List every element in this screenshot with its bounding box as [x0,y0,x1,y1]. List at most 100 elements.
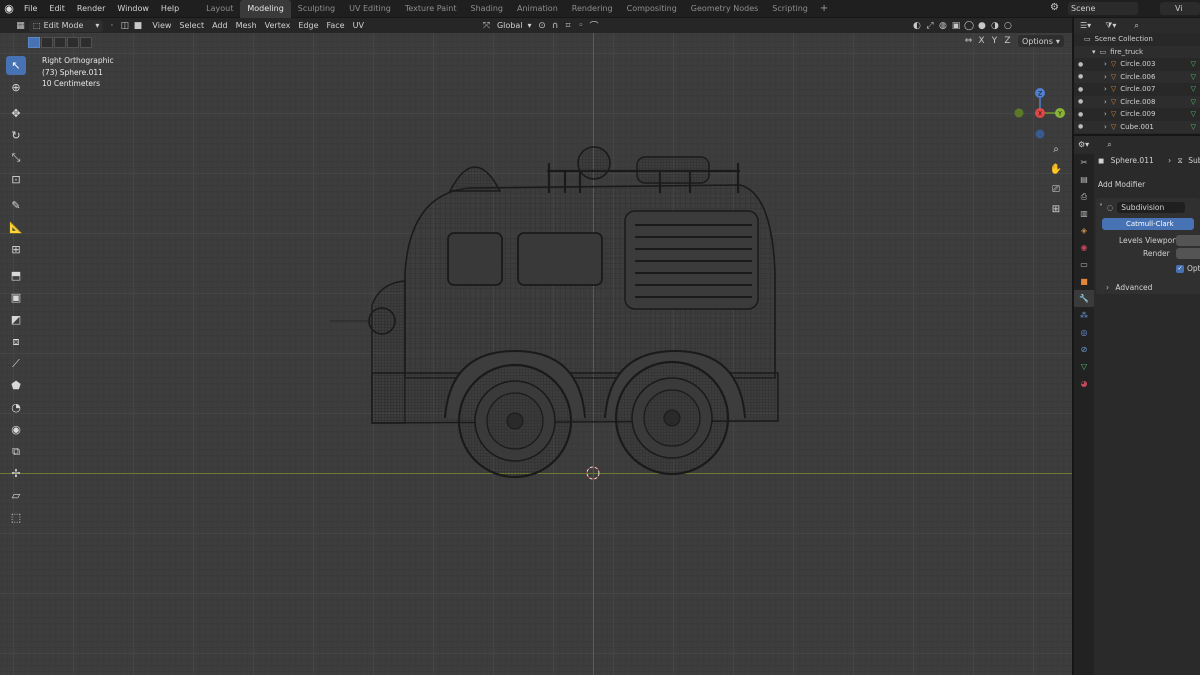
tab-texture-paint[interactable]: Texture Paint [398,0,464,18]
snap-target-icon[interactable]: ⌗ [561,20,574,32]
tab-scripting[interactable]: Scripting [765,0,815,18]
scene-collection-row[interactable]: ▭ Scene Collection [1074,33,1200,46]
ortho-grid-icon[interactable]: ⊞ [1048,201,1064,217]
tab-shading[interactable]: Shading [463,0,510,18]
proportional-edit-icon[interactable]: ◦ [574,20,587,32]
select-box-tool-icon[interactable]: ↖ [6,56,26,75]
menu-view[interactable]: View [148,20,175,32]
menu-face[interactable]: Face [323,20,349,32]
list-item[interactable]: ● › ▽ Circle.006 ▽ [1074,70,1200,83]
add-cube-tool-icon[interactable]: ⊞ [6,240,26,259]
shading-rendered-icon[interactable]: ○ [1001,20,1014,32]
navigation-gizmo[interactable]: Z Y X [1010,85,1070,145]
tab-physics-icon[interactable]: ◎ [1074,324,1094,341]
gizmo-neg-z-icon[interactable] [1035,129,1045,139]
shear-tool-icon[interactable]: ▱ [6,486,26,505]
3d-cursor[interactable] [586,466,600,480]
visibility-dot-icon[interactable]: ● [1078,111,1083,118]
advanced-subpanel[interactable]: › Advanced [1106,283,1152,292]
tab-sculpting[interactable]: Sculpting [291,0,342,18]
overlay-toggle-icon[interactable]: ◍ [936,20,949,32]
select-mode-face-icon[interactable]: ■ [131,20,144,32]
algorithm-catmull-clark[interactable]: Catmull-Clark [1102,218,1194,230]
gizmo-toggle-icon[interactable]: ⤢ [923,20,936,32]
tab-geometry-nodes[interactable]: Geometry Nodes [684,0,765,18]
xray-icon[interactable]: ▣ [949,20,962,32]
editor-type-icon[interactable]: ▦ [14,20,27,32]
visibility-dot-icon[interactable]: ● [1078,98,1083,105]
knife-tool-icon[interactable]: ⟋ [6,354,26,373]
shading-solid-icon[interactable]: ● [975,20,988,32]
snap-icon[interactable]: ∩ [548,20,561,32]
pivot-point-icon[interactable]: ⊙ [535,20,548,32]
gizmo-neg-y-icon[interactable] [1014,108,1024,118]
tab-compositing[interactable]: Compositing [620,0,684,18]
tab-modeling[interactable]: Modeling [240,0,291,18]
menu-edit[interactable]: Edit [43,0,71,18]
zoom-icon[interactable]: ⌕ [1048,141,1064,157]
tab-world-icon[interactable]: ◉ [1074,239,1094,256]
pan-hand-icon[interactable]: ✋ [1048,161,1064,177]
transform-tool-icon[interactable]: ⊡ [6,170,26,189]
add-modifier-button[interactable]: Add Modifier [1098,180,1145,189]
3d-viewport[interactable]: Right Orthographic (73) Sphere.011 10 Ce… [0,33,1072,675]
visibility-dot-icon[interactable]: ● [1078,123,1083,130]
extrude-tool-icon[interactable]: ⬒ [6,266,26,285]
properties-editor-icon[interactable]: ⚙▾ [1078,140,1089,149]
menu-file[interactable]: File [18,0,43,18]
add-workspace-icon[interactable]: + [815,3,833,14]
list-item[interactable]: ● › ▽ Cube.001 ▽ [1074,120,1200,133]
list-item[interactable]: ▾ ▭ fire_truck [1074,45,1200,58]
select-mode-edge-icon[interactable]: ◫ [118,20,131,32]
visibility-dot-icon[interactable]: ● [1078,73,1083,80]
menu-add[interactable]: Add [208,20,232,32]
shrink-fatten-tool-icon[interactable]: ✢ [6,464,26,483]
poly-build-tool-icon[interactable]: ⬟ [6,376,26,395]
tab-particles-icon[interactable]: ⁂ [1074,307,1094,324]
falloff-icon[interactable]: ⌒ [587,20,600,32]
visibility-icon[interactable]: ◐ [910,20,923,32]
bevel-tool-icon[interactable]: ◩ [6,310,26,329]
outliner-editor-icon[interactable]: ☰▾ [1080,21,1091,30]
mode-selector[interactable]: ⬚ Edit Mode ▾ [29,19,104,32]
search-icon[interactable]: ⌕ [1134,21,1138,31]
scene-icon[interactable]: ⚙ [1050,2,1059,13]
tab-layout[interactable]: Layout [199,0,240,18]
menu-mesh[interactable]: Mesh [232,20,261,32]
menu-window[interactable]: Window [111,0,155,18]
select-mode-vertex-icon[interactable]: · [105,20,118,32]
blender-logo-icon[interactable]: ◉ [0,0,18,18]
cursor-tool-icon[interactable]: ⊕ [6,78,26,97]
optimal-display-row[interactable]: ✓ Optin [1176,264,1200,273]
tab-object-icon[interactable]: ■ [1074,273,1094,290]
chevron-down-icon[interactable]: ˅ [1099,203,1103,212]
tab-scene-icon[interactable]: ◈ [1074,222,1094,239]
transform-orientation-icon[interactable]: ⤧ [480,20,493,32]
spin-tool-icon[interactable]: ◔ [6,398,26,417]
list-item[interactable]: ● › ▽ Circle.008 ▽ [1074,95,1200,108]
menu-uv[interactable]: UV [349,20,368,32]
edge-slide-tool-icon[interactable]: ⧉ [6,442,26,461]
menu-vertex[interactable]: Vertex [261,20,295,32]
camera-icon[interactable]: ⎚ [1048,181,1064,197]
optimal-display-checkbox[interactable]: ✓ [1176,264,1184,273]
levels-viewport-field[interactable] [1176,235,1200,246]
rip-tool-icon[interactable]: ⬚ [6,508,26,527]
tab-view-layer-icon[interactable]: ▥ [1074,205,1094,222]
tab-data-icon[interactable]: ▽ [1074,358,1094,375]
tab-animation[interactable]: Animation [510,0,565,18]
tab-tool-icon[interactable]: ✂ [1074,154,1094,171]
list-item[interactable]: ● › ▽ Circle.007 ▽ [1074,83,1200,96]
tab-output-icon[interactable]: ⎙ [1074,188,1094,205]
annotate-tool-icon[interactable]: ✎ [6,196,26,215]
scale-tool-icon[interactable]: ⤡ [6,148,26,167]
view-layer-selector[interactable]: Vi [1160,2,1200,15]
rotate-tool-icon[interactable]: ↻ [6,126,26,145]
tab-render-icon[interactable]: ▤ [1074,171,1094,188]
scene-selector[interactable]: Scene [1068,2,1138,15]
visibility-dot-icon[interactable]: ● [1078,61,1083,68]
tab-material-icon[interactable]: ◕ [1074,375,1094,392]
visibility-dot-icon[interactable]: ● [1078,86,1083,93]
orientation-selector[interactable]: Global ▾ [493,20,536,32]
menu-select[interactable]: Select [175,20,208,32]
